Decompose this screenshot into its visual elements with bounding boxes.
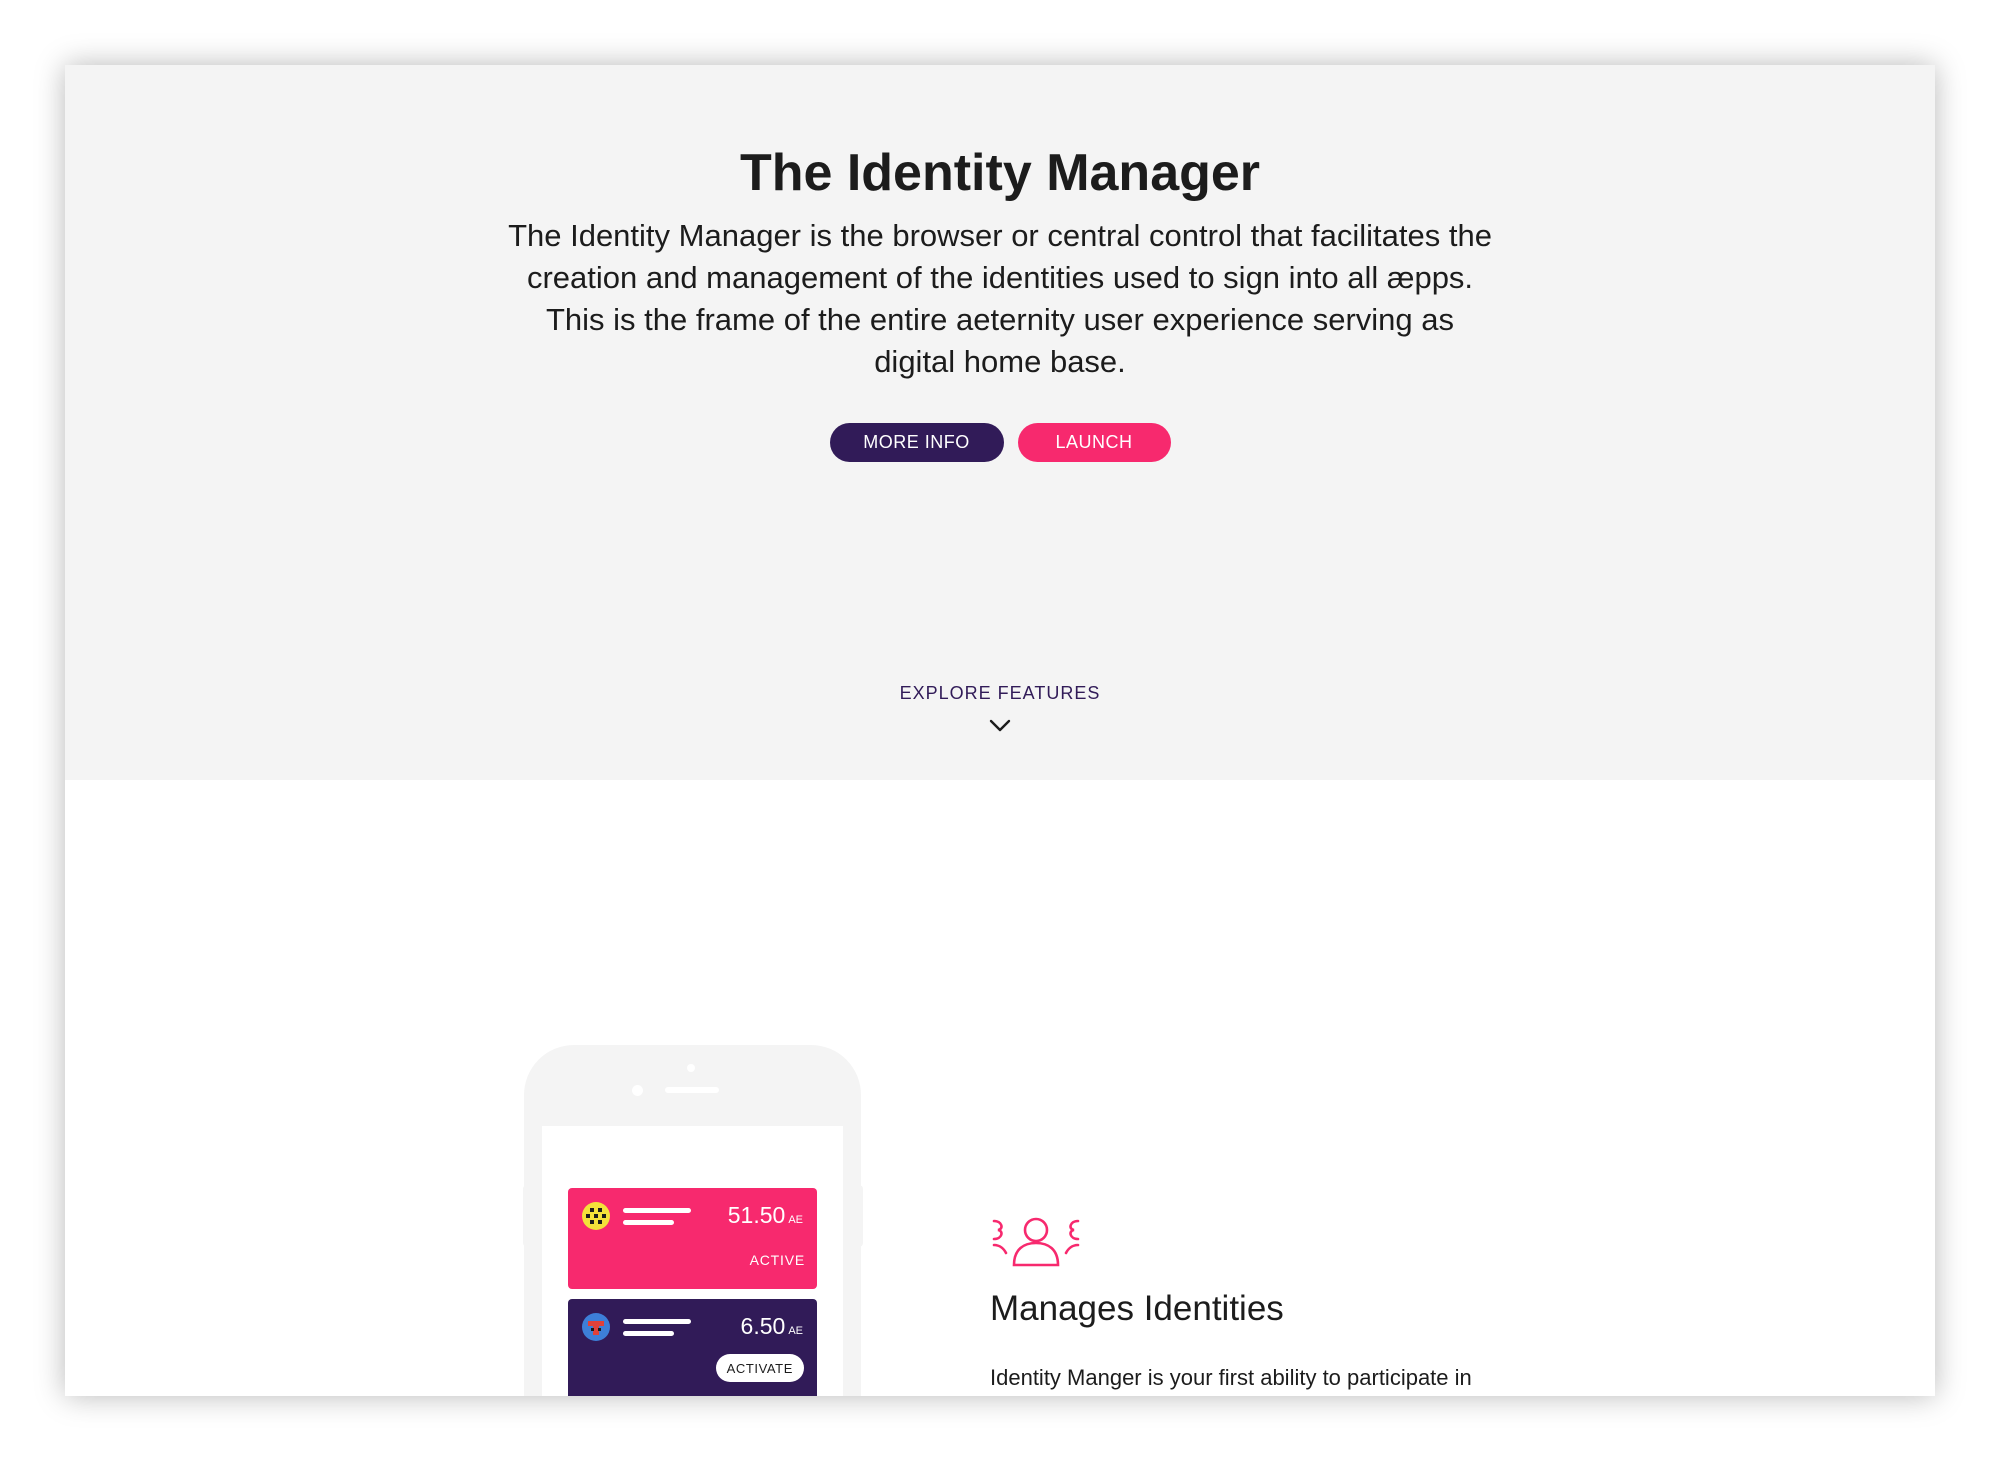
feature-title: Manages Identities xyxy=(990,1289,1284,1328)
hero-description: The Identity Manager is the browser or c… xyxy=(508,218,1492,379)
account-status: ACTIVE xyxy=(749,1252,805,1268)
more-info-button[interactable]: MORE INFO xyxy=(829,423,1004,462)
phone-camera xyxy=(632,1085,643,1096)
hero-section: The Identity Manager The Identity Manage… xyxy=(65,65,1935,780)
chevron-down-icon[interactable] xyxy=(989,719,1011,733)
phone-speaker xyxy=(665,1087,719,1093)
page-title: The Identity Manager xyxy=(739,144,1261,202)
hero-button-row: MORE INFO LAUNCH xyxy=(65,423,1935,462)
account-address-placeholder xyxy=(623,1220,674,1225)
activate-button[interactable]: ACTIVATE xyxy=(715,1354,804,1382)
identicon-yellow-icon xyxy=(582,1202,610,1230)
identities-icon xyxy=(992,1217,1080,1267)
account-address-placeholder xyxy=(623,1331,674,1336)
account-card-active[interactable]: 51.50 AE ACTIVE xyxy=(568,1188,817,1289)
account-unit: AE xyxy=(788,1214,803,1226)
phone-screen: 51.50 AE ACTIVE 6.50 AE ACTIVATE xyxy=(542,1126,843,1396)
phone-illustration: 51.50 AE ACTIVE 6.50 AE ACTIVATE xyxy=(524,1045,861,1396)
account-name-placeholder xyxy=(623,1319,691,1324)
phone-sensor xyxy=(687,1064,695,1072)
launch-button[interactable]: LAUNCH xyxy=(1017,423,1171,462)
identicon-blue-icon xyxy=(582,1313,610,1341)
explore-features-link[interactable]: EXPLORE FEATURES xyxy=(65,683,1935,704)
account-unit: AE xyxy=(788,1325,803,1337)
page-frame: The Identity Manager The Identity Manage… xyxy=(65,65,1935,1396)
phone-button xyxy=(523,1185,531,1247)
account-name-placeholder xyxy=(623,1208,691,1213)
account-card-inactive[interactable]: 6.50 AE ACTIVATE xyxy=(568,1299,817,1396)
phone-button xyxy=(855,1185,863,1247)
account-balance: 6.50 AE xyxy=(740,1313,803,1339)
account-balance: 51.50 AE xyxy=(727,1202,803,1228)
feature-description: Identity Manger is your first ability to… xyxy=(990,1365,1472,1390)
